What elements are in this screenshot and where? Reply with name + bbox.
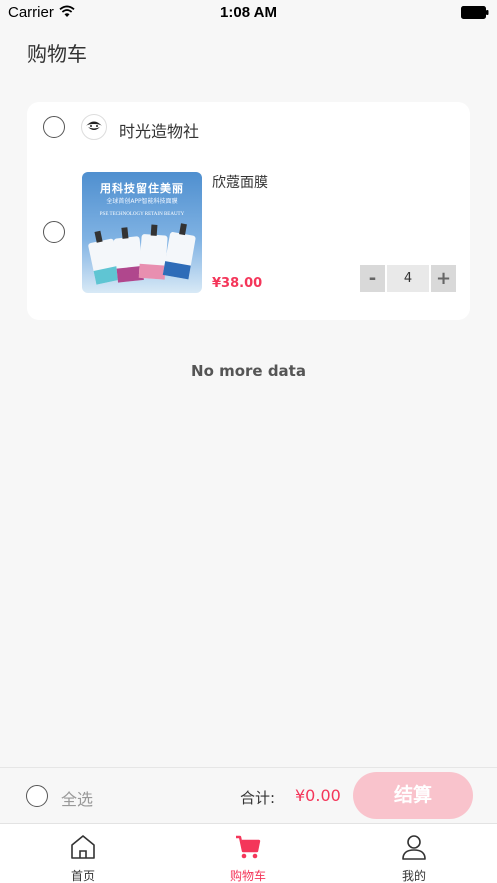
- quantity-increase-button[interactable]: +: [431, 265, 456, 292]
- checkout-button[interactable]: 结算: [353, 772, 473, 819]
- clock: 1:08 AM: [220, 4, 277, 21]
- select-all-label[interactable]: 全选: [61, 786, 93, 810]
- user-icon: [402, 835, 426, 860]
- product-price: ¥38.00: [212, 276, 263, 291]
- tab-mine[interactable]: 我的: [364, 824, 464, 883]
- cart-icon: [236, 835, 261, 859]
- checkout-bar: 全选 合计: ¥0.00 结算: [0, 767, 497, 823]
- no-more-data-label: No more data: [191, 362, 306, 380]
- battery-icon: [461, 6, 489, 19]
- quantity-value[interactable]: 4: [387, 265, 429, 292]
- cart-shop-card: 时光造物社 用科技留住美丽 全球首创APP智能科技面膜 PSE TECHNOLO…: [27, 102, 470, 320]
- shop-logo-icon: [81, 114, 107, 140]
- tab-cart-label: 购物车: [229, 869, 266, 883]
- total-label: 合计:: [240, 789, 276, 807]
- shop-select-radio[interactable]: [43, 116, 65, 138]
- select-all-radio[interactable]: [26, 785, 48, 807]
- tab-home-label: 首页: [70, 869, 95, 883]
- home-icon: [71, 835, 95, 859]
- tab-cart[interactable]: 购物车: [198, 824, 298, 883]
- product-image[interactable]: 用科技留住美丽 全球首创APP智能科技面膜 PSE TECHNOLOGY RET…: [82, 172, 202, 293]
- total-value: ¥0.00: [295, 786, 341, 805]
- product-name[interactable]: 欣蔻面膜: [212, 172, 268, 192]
- tab-mine-label: 我的: [401, 869, 426, 883]
- tab-home[interactable]: 首页: [33, 824, 133, 883]
- quantity-stepper: - 4 +: [360, 265, 456, 292]
- quantity-decrease-button[interactable]: -: [360, 265, 385, 292]
- mask-packets-graphic: [88, 223, 196, 285]
- item-select-radio[interactable]: [43, 221, 65, 243]
- page-title: 购物车: [27, 42, 87, 66]
- status-bar: Carrier 1:08 AM: [0, 0, 497, 26]
- shop-name[interactable]: 时光造物社: [119, 118, 199, 142]
- tab-bar: 首页 购物车 我的: [0, 823, 497, 883]
